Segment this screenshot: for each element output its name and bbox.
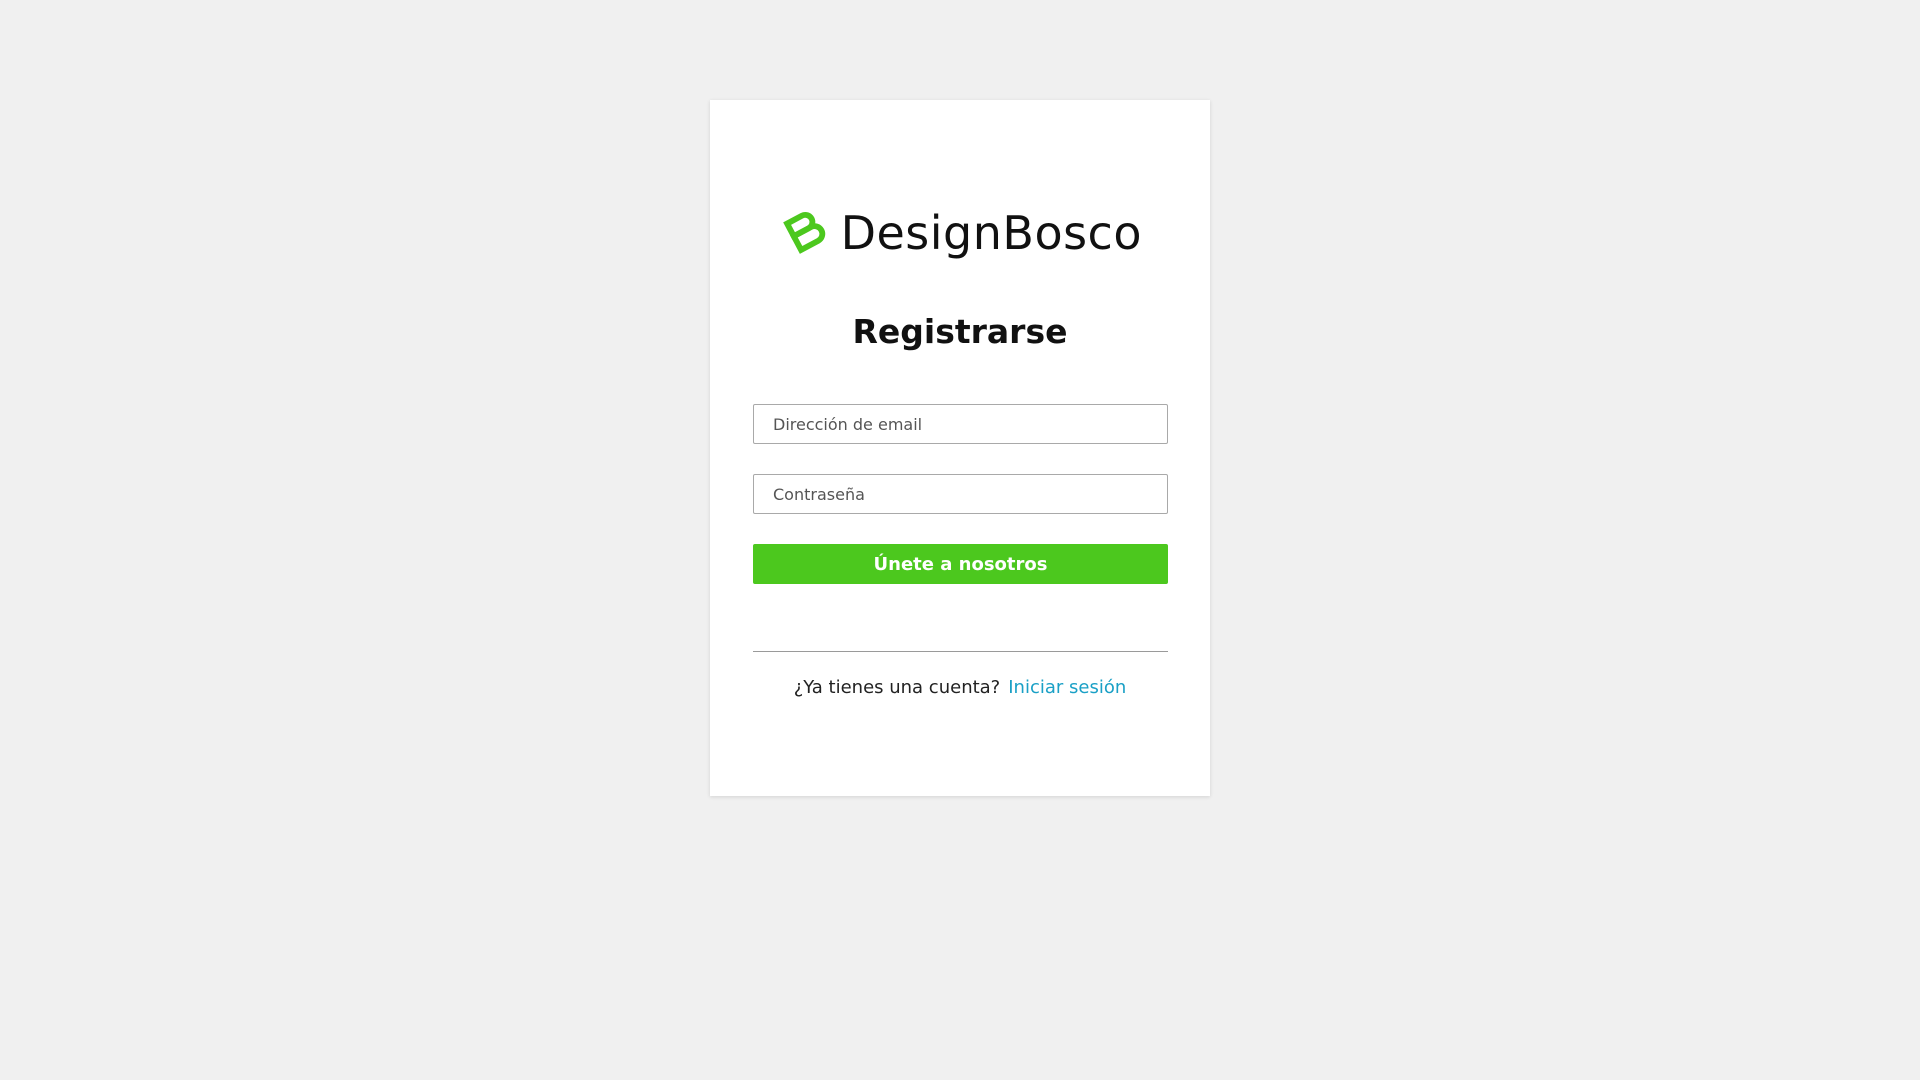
brand-logo: DesignBosco [782,193,1142,273]
login-prompt-text: ¿Ya tienes una cuenta? [793,677,1001,698]
login-link[interactable]: Iniciar sesión [1008,677,1126,698]
divider [753,651,1168,652]
brand-name: DesignBosco [840,206,1142,260]
page-title: Registrarse [852,312,1068,351]
join-button[interactable]: Únete a nosotros [753,544,1168,584]
designbosco-logo-icon [783,212,826,254]
password-field[interactable] [753,474,1168,514]
login-prompt: ¿Ya tienes una cuenta? Iniciar sesión [710,677,1210,698]
email-field[interactable] [753,404,1168,444]
signup-card: DesignBosco Registrarse Únete a nosotros… [710,100,1210,796]
